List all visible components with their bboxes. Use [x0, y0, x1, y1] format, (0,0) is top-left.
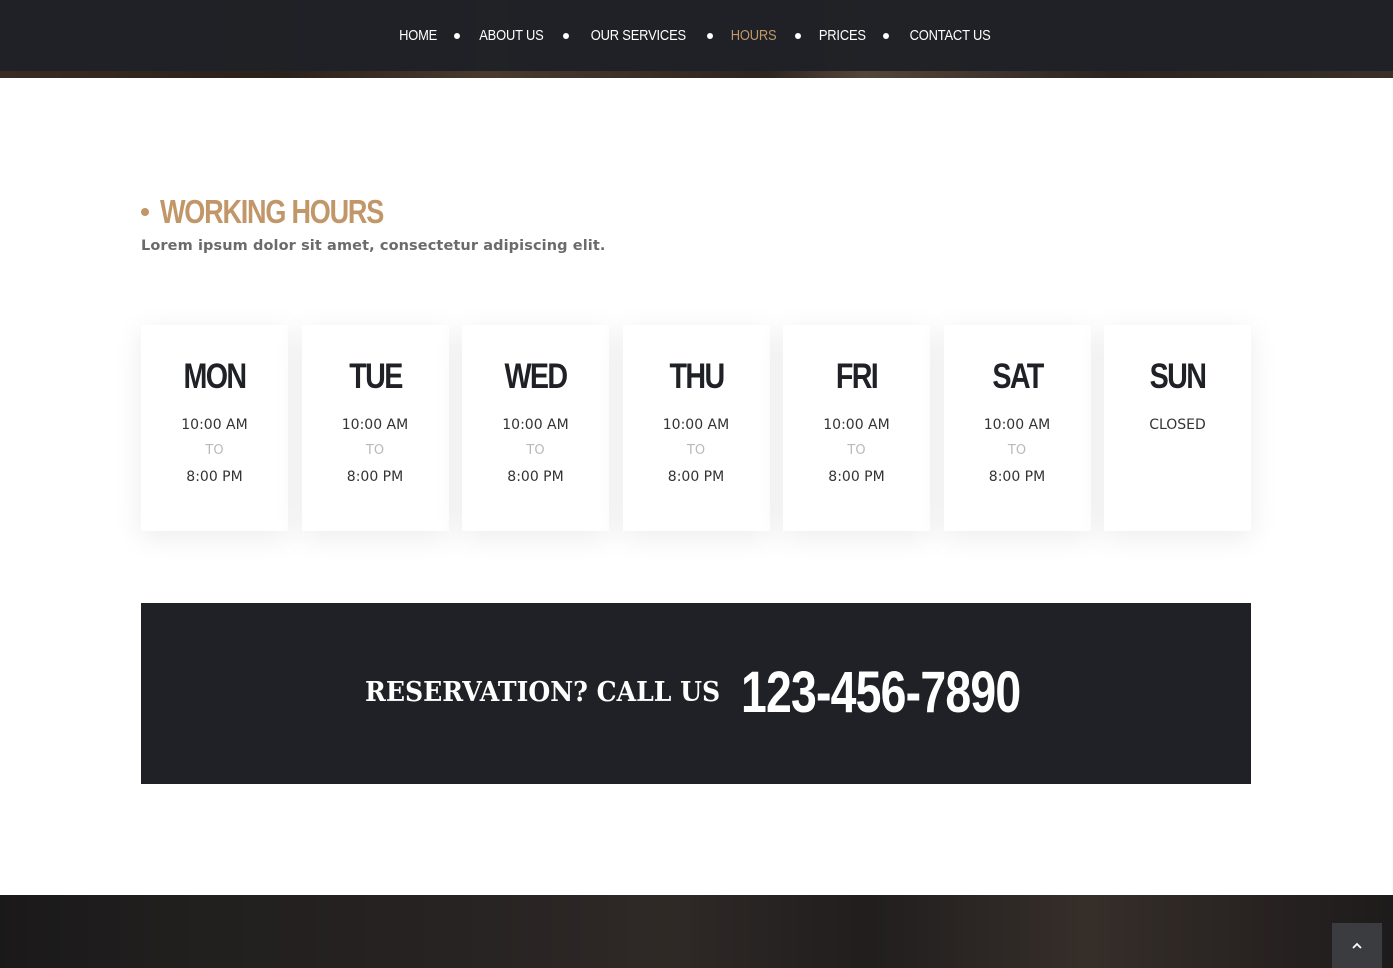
card-to: TO: [847, 443, 866, 458]
nav-item-our-services[interactable]: OUR SERVICES: [590, 27, 685, 44]
footer-background-image: [0, 895, 1393, 968]
card-to: TO: [205, 443, 224, 458]
card-day: TUE: [348, 357, 403, 396]
hours-section: WORKING HOURS Lorem ipsum dolor sit amet…: [0, 78, 1393, 895]
nav-separator-dot: [794, 32, 801, 39]
hours-card-wed: WED 10:00 AM TO 8:00 PM: [462, 325, 609, 531]
reservation-banner: RESERVATION? CALL US 123-456-7890: [141, 603, 1251, 784]
section-subtitle: Lorem ipsum dolor sit amet, consectetur …: [141, 238, 606, 254]
card-close-time: 8:00 PM: [186, 469, 243, 485]
hours-card-sat: SAT 10:00 AM TO 8:00 PM: [943, 325, 1091, 531]
page: HOME ABOUT US OUR SERVICES HOURS PRICES …: [0, 0, 1393, 968]
hours-card-tue: TUE 10:00 AM TO 8:00 PM: [301, 325, 449, 531]
card-to: TO: [1007, 443, 1027, 458]
card-closed-label: CLOSED: [1149, 417, 1206, 433]
nav-separator-dot: [453, 32, 460, 39]
nav-item-hours[interactable]: HOURS: [731, 27, 777, 44]
nav-separator-dot: [562, 32, 569, 39]
nav-item-prices[interactable]: PRICES: [818, 27, 865, 44]
nav-separator-dot: [707, 32, 714, 39]
hours-card-mon: MON 10:00 AM TO 8:00 PM: [141, 325, 288, 531]
nav-separator-dot: [883, 32, 890, 39]
heading-bullet-dot: [141, 208, 149, 216]
card-open-time: 10:00 AM: [341, 417, 409, 433]
card-day: WED: [504, 357, 568, 396]
card-close-time: 8:00 PM: [988, 469, 1046, 485]
card-day: SAT: [991, 357, 1044, 396]
card-open-time: 10:00 AM: [181, 417, 248, 433]
nav-item-home[interactable]: HOME: [399, 27, 437, 44]
hours-cards: MON 10:00 AM TO 8:00 PM TUE 10:00 AM TO …: [141, 325, 1251, 531]
card-day: THU: [668, 357, 725, 396]
reservation-phone-link[interactable]: 123-456-7890: [741, 659, 1021, 726]
card-to: TO: [365, 443, 385, 458]
hours-card-thu: THU 10:00 AM TO 8:00 PM: [622, 325, 770, 531]
card-open-time: 10:00 AM: [502, 417, 569, 433]
card-open-time: 10:00 AM: [823, 417, 890, 433]
chevron-up-icon: [1352, 942, 1362, 949]
card-day: FRI: [835, 357, 879, 396]
back-to-top-button[interactable]: [1332, 923, 1382, 968]
reservation-label: RESERVATION? CALL US: [365, 677, 721, 708]
card-close-time: 8:00 PM: [828, 469, 885, 485]
card-open-time: 10:00 AM: [983, 417, 1051, 433]
card-day: MON: [183, 357, 247, 396]
section-heading: WORKING HOURS: [141, 193, 432, 231]
nav-item-about-us[interactable]: ABOUT US: [479, 27, 544, 44]
card-to: TO: [526, 443, 545, 458]
card-close-time: 8:00 PM: [507, 469, 564, 485]
card-close-time: 8:00 PM: [667, 469, 725, 485]
card-close-time: 8:00 PM: [346, 469, 404, 485]
main-nav: HOME ABOUT US OUR SERVICES HOURS PRICES …: [0, 0, 1393, 71]
card-to: TO: [686, 443, 706, 458]
card-open-time: 10:00 AM: [662, 417, 730, 433]
hours-card-fri: FRI 10:00 AM TO 8:00 PM: [783, 325, 930, 531]
section-title: WORKING HOURS: [160, 193, 384, 230]
nav-list: HOME ABOUT US OUR SERVICES HOURS PRICES …: [396, 27, 998, 44]
card-day: SUN: [1149, 357, 1207, 396]
nav-item-contact-us[interactable]: CONTACT US: [910, 27, 991, 44]
hours-card-sun: SUN CLOSED: [1104, 325, 1251, 531]
